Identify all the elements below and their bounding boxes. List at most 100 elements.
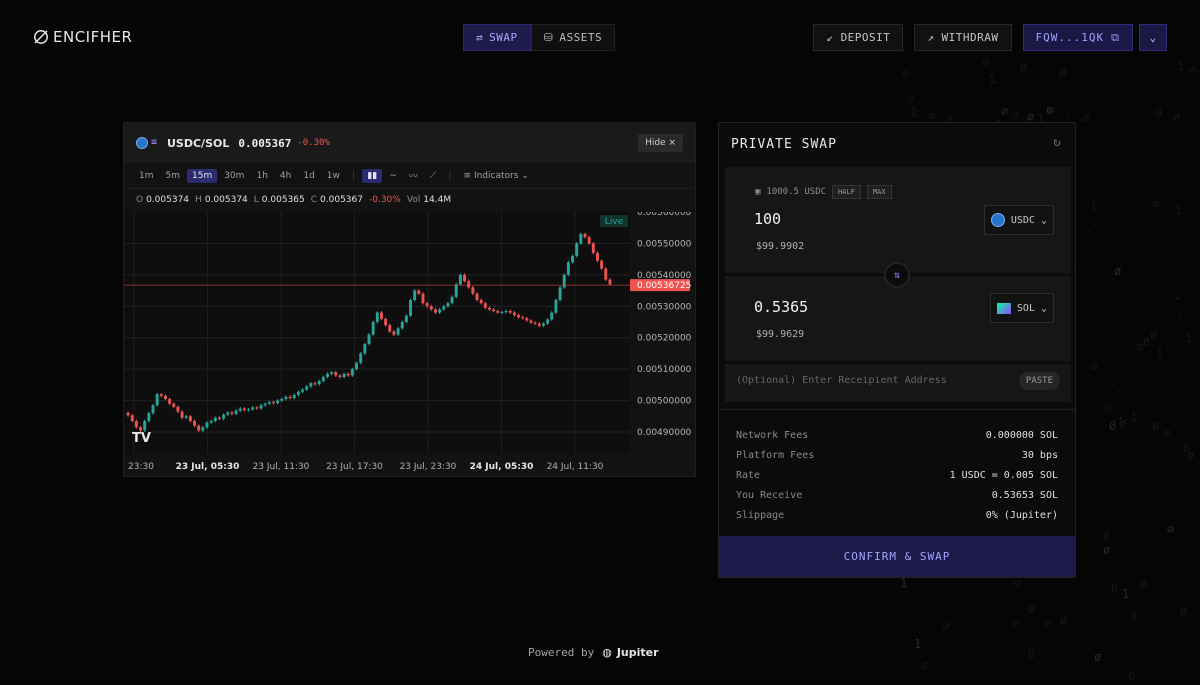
background-glyph: ø — [1143, 334, 1151, 348]
max-button[interactable]: MAX — [866, 185, 892, 199]
background-glyph: ∅ — [1136, 340, 1144, 354]
background-glyph: . — [1116, 480, 1124, 494]
jupiter-link[interactable]: ◍ Jupiter — [602, 646, 658, 659]
candle-body — [346, 373, 350, 376]
brand-logo[interactable]: ENCIFHER — [33, 28, 132, 46]
candle-body — [371, 322, 375, 335]
y-tick-label: 0.00510000 — [637, 365, 692, 375]
nav-swap-button[interactable]: ⇄ SWAP — [463, 24, 531, 51]
plot-background — [124, 212, 630, 454]
background-glyph: ø — [1114, 264, 1122, 278]
recipient-address-input[interactable] — [736, 375, 996, 386]
background-glyph: ⌀ — [1011, 108, 1019, 122]
background-glyph: · — [1174, 292, 1182, 306]
deposit-label: DEPOSIT — [840, 31, 891, 44]
candles-style-icon[interactable]: ▮▮ — [362, 168, 383, 183]
background-glyph: 0 — [1111, 582, 1119, 596]
candle-body — [342, 373, 346, 377]
background-glyph: 1 — [1156, 346, 1164, 360]
nav-swap-label: SWAP — [489, 31, 518, 44]
candle-body — [284, 396, 288, 399]
timeframe-1d[interactable]: 1d — [298, 169, 319, 183]
timeframe-5m[interactable]: 5m — [161, 169, 186, 183]
refresh-icon[interactable]: ↻ — [1053, 135, 1061, 150]
timeframe-1w[interactable]: 1w — [322, 169, 345, 183]
candle-body — [209, 421, 213, 423]
candle-body — [442, 306, 446, 310]
chevron-down-icon: ⌄ — [1040, 302, 1047, 314]
candle-body — [529, 320, 533, 323]
candle-body — [413, 290, 417, 300]
toolbar-divider: | — [447, 170, 453, 181]
background-glyph: ø — [1028, 602, 1036, 616]
timeframe-15m[interactable]: 15m — [187, 168, 218, 183]
wallet-address-button[interactable]: FQW...1QK ⧉ — [1022, 24, 1133, 51]
baseline-style-icon[interactable]: ⟋ — [425, 169, 441, 183]
timeframe-1h[interactable]: 1h — [251, 169, 272, 183]
indicators-button[interactable]: ≡ Indicators ⌄ — [459, 169, 534, 183]
wallet-menu-button[interactable]: ⌄ — [1139, 24, 1167, 51]
candle-body — [317, 381, 321, 385]
candle-body — [305, 386, 309, 390]
background-glyph: ∅ — [907, 92, 915, 106]
x-tick-label: 23 Jul, 11:30 — [253, 462, 310, 472]
copy-icon[interactable]: ⧉ — [1111, 31, 1120, 45]
candle-body — [483, 303, 487, 308]
indicators-label: Indicators — [473, 170, 519, 181]
from-token-selector[interactable]: USDC ⌄ — [983, 205, 1054, 235]
candle-body — [201, 427, 205, 431]
paste-button[interactable]: PASTE — [1018, 372, 1060, 390]
wallet-address: FQW...1QK — [1035, 31, 1105, 44]
from-amount-input[interactable] — [754, 210, 934, 228]
candle-body — [579, 234, 583, 244]
background-glyph: · — [1094, 276, 1102, 290]
candle-body — [155, 394, 159, 406]
timeframe-1m[interactable]: 1m — [134, 169, 159, 183]
indicators-icon: ≡ — [463, 170, 472, 181]
background-glyph: 1 — [914, 637, 922, 651]
candle-body — [421, 293, 425, 304]
background-glyph: 0 — [1183, 441, 1191, 455]
timeframe-30m[interactable]: 30m — [219, 169, 249, 183]
nav-assets-button[interactable]: ⛁ ASSETS — [530, 24, 616, 51]
withdraw-button[interactable]: ↗ WITHDRAW — [914, 24, 1012, 51]
candle-body — [193, 421, 196, 426]
fee-value: 0% (Jupiter) — [985, 509, 1058, 521]
to-token-selector[interactable]: SOL ⌄ — [989, 293, 1054, 323]
from-token-box: ▣ 1000.5 USDC HALF MAX $99.9902 USDC ⌄ — [725, 167, 1071, 273]
y-tick-label: 0.00560000 — [637, 212, 692, 218]
area-style-icon[interactable]: 〰 — [404, 167, 423, 184]
candle-body — [321, 377, 325, 382]
background-glyph: ∅ — [1082, 111, 1090, 125]
candle-body — [388, 325, 392, 332]
candle-body — [130, 415, 134, 421]
to-amount-input[interactable] — [754, 298, 934, 316]
candle-body — [375, 312, 379, 322]
background-glyph: · — [1131, 631, 1139, 645]
half-button[interactable]: HALF — [832, 185, 861, 199]
candlestick-chart[interactable]: 0.005600000.005500000.005400000.00530000… — [124, 212, 695, 476]
fee-row-network: Network Fees 0.000000 SOL — [736, 425, 1058, 445]
candle-body — [496, 311, 500, 313]
confirm-swap-button[interactable]: CONFIRM & SWAP — [719, 536, 1075, 577]
candle-body — [380, 312, 383, 319]
y-tick-label: 0.00500000 — [637, 397, 692, 407]
candle-body — [404, 315, 408, 322]
candle-body — [596, 252, 599, 261]
swap-vertical-icon: ⇅ — [893, 269, 901, 281]
candle-body — [234, 410, 238, 414]
candle-body — [571, 256, 574, 263]
swap-title: PRIVATE SWAP — [731, 137, 837, 152]
encifher-logo-icon — [34, 30, 48, 44]
hide-chart-button[interactable]: Hide × — [638, 134, 683, 152]
candle-body — [550, 312, 554, 320]
line-style-icon[interactable]: ∼ — [384, 169, 402, 183]
timeframe-4h[interactable]: 4h — [275, 169, 296, 183]
deposit-button[interactable]: ↙ DEPOSIT — [813, 24, 904, 51]
candle-body — [247, 409, 250, 411]
switch-tokens-button[interactable]: ⇅ — [884, 262, 910, 288]
pair-change: -0.30% — [297, 138, 330, 148]
top-header: ENCIFHER ⇄ SWAP ⛁ ASSETS ↙ DEPOSIT ↗ WIT… — [0, 0, 1200, 75]
candle-body — [425, 303, 429, 307]
candle-body — [143, 421, 147, 431]
